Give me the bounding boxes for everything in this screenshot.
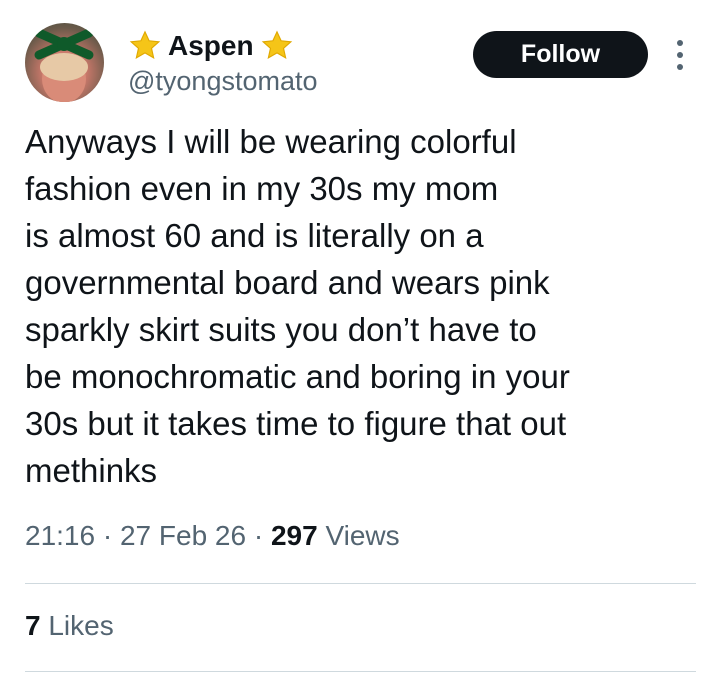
star-icon [128, 29, 162, 63]
tweet-text-line: is almost 60 and is literally on a [25, 217, 484, 254]
tweet-meta: 21:16 · 27 Feb 26 · 297 Views [25, 520, 400, 552]
author-display-name: Aspen [168, 30, 254, 61]
author-handle[interactable]: @tyongstomato [128, 66, 318, 97]
divider [25, 671, 696, 672]
tweet-text-line: Anyways I will be wearing colorful [25, 123, 517, 160]
dot [677, 40, 683, 46]
star-icon [260, 29, 294, 63]
dot [677, 52, 683, 58]
tweet-text-line: 30s but it takes time to figure that out [25, 405, 567, 442]
meta-separator: · [246, 520, 271, 551]
likes-link[interactable]: 7 Likes [25, 610, 114, 642]
views-label: Views [317, 520, 400, 551]
follow-button[interactable]: Follow [473, 31, 648, 78]
tweet-date[interactable]: 27 Feb 26 [120, 520, 246, 551]
divider [25, 583, 696, 584]
likes-label: Likes [40, 610, 114, 641]
tweet-text-line: methinks [25, 452, 158, 489]
meta-separator: · [95, 520, 120, 551]
more-vertical-icon[interactable] [670, 40, 690, 70]
views-count: 297 [270, 520, 318, 551]
likes-count: 7 [25, 610, 41, 641]
author-name-row[interactable]: Aspen [128, 28, 294, 64]
tweet-text-line: governmental board and wears pink [25, 264, 550, 301]
tweet-time[interactable]: 21:16 [25, 520, 95, 551]
tweet-text-line: fashion even in my 30s my mom [25, 170, 499, 207]
tweet-text: Anyways I will be wearing colorful fashi… [25, 118, 685, 494]
avatar-image [34, 28, 94, 102]
dot [677, 64, 683, 70]
tweet-text-line: sparkly skirt suits you don’t have to [25, 311, 537, 348]
avatar[interactable] [25, 23, 104, 102]
tweet-text-line: be monochromatic and boring in your [25, 358, 570, 395]
